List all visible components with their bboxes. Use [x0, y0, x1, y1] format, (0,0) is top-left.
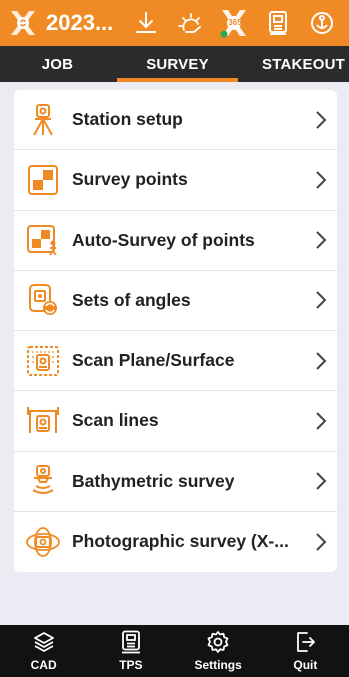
chevron-right-icon [305, 351, 337, 371]
chevron-right-icon [305, 170, 337, 190]
survey-menu: Station setup Survey points Auto-Survey … [14, 90, 337, 572]
chevron-right-icon [305, 110, 337, 130]
chevron-right-icon [305, 290, 337, 310]
menu-item-label: Photographic survey (X-... [72, 531, 289, 552]
menu-item-bathymetric-survey[interactable]: Bathymetric survey [14, 452, 337, 512]
menu-item-label: Station setup [72, 109, 183, 130]
menu-item-scan-lines[interactable]: Scan lines [14, 391, 337, 452]
menu-item-survey-points[interactable]: Survey points [14, 150, 337, 211]
chevron-right-icon [305, 471, 337, 491]
menu-item-auto-survey[interactable]: Auto-Survey of points [14, 211, 337, 271]
gnss-365-icon[interactable]: 365 [212, 0, 256, 46]
menu-item-scan-plane[interactable]: Scan Plane/Surface [14, 331, 337, 392]
quit-icon [297, 632, 316, 652]
total-station-icon[interactable] [256, 0, 300, 46]
quit-button[interactable]: Quit [262, 625, 349, 677]
menu-item-label: Auto-Survey of points [72, 229, 255, 250]
scan-lines-icon [14, 391, 72, 451]
menu-item-label: Survey points [72, 169, 188, 190]
tps-button[interactable]: TPS [87, 625, 174, 677]
sun-weather-icon[interactable] [168, 0, 212, 46]
menu-item-photographic-survey[interactable]: Photographic survey (X-... [14, 512, 337, 572]
bottom-toolbar: CAD TPS Settings Quit [0, 625, 349, 677]
tab-survey[interactable]: SURVEY [115, 46, 240, 82]
anchor-icon[interactable] [300, 0, 344, 46]
scan-plane-icon [14, 331, 72, 391]
menu-item-label: Scan lines [72, 410, 159, 431]
survey-points-icon [14, 150, 72, 210]
app-logo-icon[interactable] [0, 0, 46, 46]
tab-job[interactable]: JOB [0, 46, 115, 82]
cad-label: CAD [30, 658, 57, 672]
sets-of-angles-icon [14, 270, 72, 330]
tps-label: TPS [119, 658, 143, 672]
chevron-right-icon [305, 532, 337, 552]
menu-item-label: Scan Plane/Surface [72, 350, 235, 371]
download-icon[interactable] [124, 0, 168, 46]
auto-survey-icon [14, 210, 72, 270]
job-title: 2023... [46, 10, 114, 35]
cad-button[interactable]: CAD [0, 625, 87, 677]
tab-bar: JOB SURVEY STAKEOUT [0, 46, 349, 82]
quit-label: Quit [293, 658, 318, 672]
cad-layers-icon [33, 632, 54, 652]
chevron-right-icon [305, 230, 337, 250]
settings-button[interactable]: Settings [175, 625, 262, 677]
tab-stakeout[interactable]: STAKEOUT [240, 46, 349, 82]
photographic-survey-icon [14, 512, 72, 572]
gnss-badge: 365 [228, 17, 242, 27]
tps-device-icon [121, 630, 140, 654]
menu-item-label: Sets of angles [72, 289, 191, 310]
chevron-right-icon [305, 411, 337, 431]
settings-label: Settings [194, 658, 242, 672]
menu-item-sets-of-angles[interactable]: Sets of angles [14, 271, 337, 331]
menu-item-station-setup[interactable]: Station setup [14, 90, 337, 151]
station-setup-icon [14, 90, 72, 150]
status-bar: 2023... 365 [0, 0, 349, 46]
bathymetric-icon [14, 451, 72, 511]
settings-gear-icon [207, 631, 229, 653]
menu-item-label: Bathymetric survey [72, 470, 235, 491]
